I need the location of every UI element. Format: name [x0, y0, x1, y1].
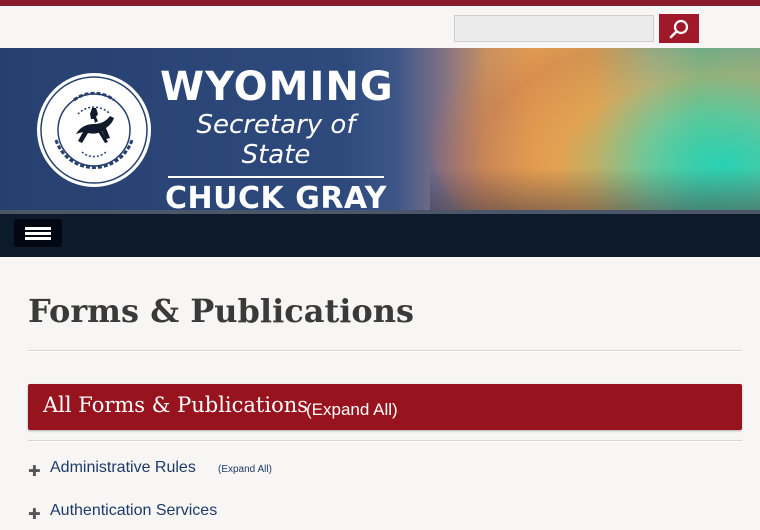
hamburger-line	[25, 237, 51, 240]
brand-block: WYOMING Secretary of State CHUCK GRAY	[160, 64, 394, 211]
list-item[interactable]: ✚ Authentication Services	[28, 502, 742, 530]
header-banner: WYOMING Secretary of State CHUCK GRAY	[0, 48, 760, 210]
section-header[interactable]: All Forms & Publications (Expand All)	[28, 384, 742, 430]
expand-all-link[interactable]: (Expand All)	[306, 400, 398, 420]
hamburger-line	[25, 227, 51, 230]
banner-shade	[430, 168, 760, 210]
brand-title: WYOMING	[160, 64, 394, 110]
plus-icon[interactable]: ✚	[28, 462, 41, 480]
search-bar	[0, 6, 760, 48]
state-seal-icon	[37, 73, 151, 187]
item-label[interactable]: Administrative Rules	[50, 459, 196, 477]
main-nav-bar	[0, 214, 760, 257]
divider	[28, 350, 742, 352]
item-expand-all-link[interactable]: (Expand All)	[218, 464, 272, 475]
brand-subtitle: Secretary of State	[196, 110, 356, 170]
section-title: All Forms & Publications	[43, 393, 309, 417]
plus-icon[interactable]: ✚	[28, 505, 41, 523]
page-title: Forms & Publications	[28, 292, 415, 330]
search-input[interactable]	[454, 15, 654, 42]
divider	[28, 440, 742, 442]
brand-official-name: CHUCK GRAY	[165, 181, 387, 211]
hamburger-line	[25, 232, 51, 235]
search-button[interactable]	[659, 14, 699, 43]
item-label[interactable]: Authentication Services	[50, 502, 217, 520]
search-icon	[669, 19, 689, 39]
hamburger-menu-icon[interactable]	[14, 219, 62, 247]
list-item[interactable]: ✚ Administrative Rules (Expand All)	[28, 459, 742, 487]
brand-divider	[168, 176, 384, 178]
